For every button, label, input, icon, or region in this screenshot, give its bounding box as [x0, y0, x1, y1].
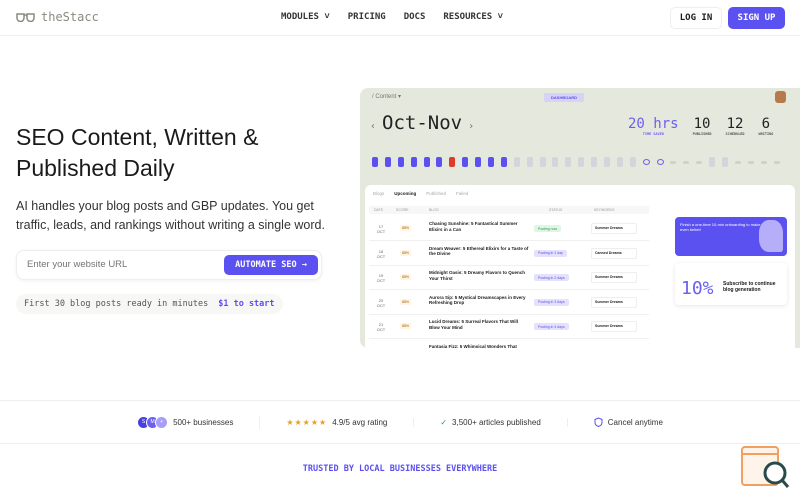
- calendar-day: [683, 160, 690, 164]
- calendar-day: [410, 157, 417, 167]
- website-url-input[interactable]: [27, 259, 217, 270]
- calendar-day: [423, 157, 430, 167]
- nav-docs[interactable]: DOCS: [404, 12, 426, 22]
- star-icons: ★★★★★: [286, 417, 328, 427]
- avatar: +: [155, 415, 169, 429]
- nav-modules[interactable]: MODULES ˅: [281, 12, 330, 22]
- calendar-day: [475, 157, 482, 167]
- login-button[interactable]: LOG IN: [670, 7, 722, 29]
- calendar-day: [709, 157, 716, 167]
- breadcrumb: / Content ▾: [372, 94, 402, 100]
- calendar-day: [526, 157, 533, 167]
- column-header: DATE: [374, 208, 384, 212]
- hero-title: SEO Content, Written & Published Daily: [16, 124, 259, 181]
- calendar-day: [760, 160, 767, 164]
- trusted-heading: TRUSTED BY LOCAL BUSINESSES EVERYWHERE: [302, 464, 498, 474]
- calendar-day: [372, 157, 378, 167]
- table-row[interactable]: 18 OCT 88% Dream Weaver: 5 Ethereal Elix…: [369, 242, 649, 266]
- month-selector: ‹ Oct-Nov ›: [370, 112, 475, 134]
- calendar-day: [449, 157, 456, 167]
- calendar-day: [747, 160, 754, 164]
- dashboard-tab: DASHBOARD: [544, 93, 584, 102]
- table-row[interactable]: 19 OCT 88% Midnight Oasis: 5 Dreamy Flav…: [369, 266, 649, 290]
- calendar-day: [696, 160, 703, 164]
- calendar-day: [656, 159, 664, 165]
- calendar-day: [642, 159, 650, 165]
- calendar-day: [773, 160, 780, 164]
- column-header: KEYWORDS: [594, 208, 615, 212]
- tab-failed[interactable]: Failed: [456, 191, 468, 196]
- calendar-day: [500, 157, 507, 167]
- nav-pricing[interactable]: PRICING: [348, 12, 386, 22]
- url-form: AUTOMATE SEO →: [16, 250, 322, 280]
- column-header: BLOG: [429, 208, 439, 212]
- dashboard-preview: / Content ▾ DASHBOARD ‹ Oct-Nov › 20 hrs…: [360, 88, 800, 348]
- glasses-icon: [16, 12, 35, 22]
- table-row[interactable]: 22 OCT Fantasia Fizz: 5 Whimsical Wonder…: [369, 340, 649, 349]
- stat-1: 10 PUBLISHED: [692, 116, 712, 136]
- automate-seo-button[interactable]: AUTOMATE SEO →: [224, 255, 318, 275]
- blog-panel: Blogs Upcoming Published Failed DATE SCORE BL…: [365, 185, 795, 348]
- calendar-day: [616, 157, 623, 167]
- calendar-day: [722, 157, 729, 167]
- calendar-strip: [372, 157, 780, 167]
- nav-resources[interactable]: RESOURCES ˅: [443, 12, 503, 22]
- logo[interactable]: theStacc: [16, 10, 99, 24]
- articles-stat: ✓ 3,500+ articles published: [414, 417, 568, 427]
- calendar-day: [578, 157, 585, 167]
- column-header: STATUS: [549, 208, 563, 212]
- hero-subtitle: AI handles your blog posts and GBP updat…: [16, 199, 325, 232]
- search-widget-icon[interactable]: [741, 446, 791, 490]
- shield-icon: [594, 417, 603, 427]
- offer-note: First 30 blog posts ready in minutes $1 …: [16, 294, 283, 314]
- top-nav: theStacc MODULES ˅ PRICING DOCS RESOURCE…: [0, 0, 800, 36]
- rating-stat: ★★★★★ 4.9/5 avg rating: [260, 417, 415, 427]
- logo-text: theStacc: [41, 10, 99, 24]
- table-row[interactable]: 17 OCT 88% Chasing Sunshine: 5 Fantastic…: [369, 217, 649, 241]
- calendar-day: [565, 157, 572, 167]
- avatar: [775, 91, 786, 103]
- signup-button[interactable]: SIGN UP: [728, 7, 785, 29]
- offer-price: $1 to start: [218, 299, 275, 309]
- offer-text: First 30 blog posts ready in minutes: [24, 299, 209, 309]
- tab-upcoming[interactable]: Upcoming: [394, 191, 416, 196]
- calendar-day: [462, 157, 469, 167]
- subscribe-card: 10% Subscribe to continue blog generatio…: [675, 263, 787, 305]
- cancel-stat: Cancel anytime: [568, 417, 689, 427]
- table-row[interactable]: 20 OCT 88% Aurora Sip: 5 Mystical Dreams…: [369, 291, 649, 315]
- check-icon: ✓: [440, 417, 448, 427]
- stat-0: 20 hrs TIME SAVED: [628, 116, 679, 136]
- calendar-day: [734, 160, 741, 164]
- table-row[interactable]: 21 OCT 88% Lucid Dreams: 5 Surreal Flavo…: [369, 315, 649, 339]
- calendar-day: [397, 157, 404, 167]
- calendar-day: [539, 157, 546, 167]
- calendar-day: [552, 157, 559, 167]
- calendar-day: [513, 157, 520, 167]
- calendar-day: [488, 157, 495, 167]
- calendar-day: [604, 157, 611, 167]
- tab-blogs[interactable]: Blogs: [373, 191, 384, 196]
- stat-3: 6 WRITING: [758, 116, 774, 136]
- calendar-day: [591, 157, 598, 167]
- businesses-stat: S M + 500+ businesses: [111, 415, 261, 429]
- calendar-day: [384, 157, 391, 167]
- tab-published[interactable]: Published: [426, 191, 446, 196]
- calendar-day: [629, 157, 636, 167]
- calendar-day: [670, 160, 677, 164]
- trust-bar: S M + 500+ businesses ★★★★★ 4.9/5 avg rati…: [0, 400, 800, 444]
- column-header: SCORE: [396, 208, 409, 212]
- onboarding-card: Finish a one-time 10-min onboarding to m…: [675, 217, 787, 256]
- calendar-day: [436, 157, 443, 167]
- stat-2: 12 SCHEDULED: [725, 116, 745, 136]
